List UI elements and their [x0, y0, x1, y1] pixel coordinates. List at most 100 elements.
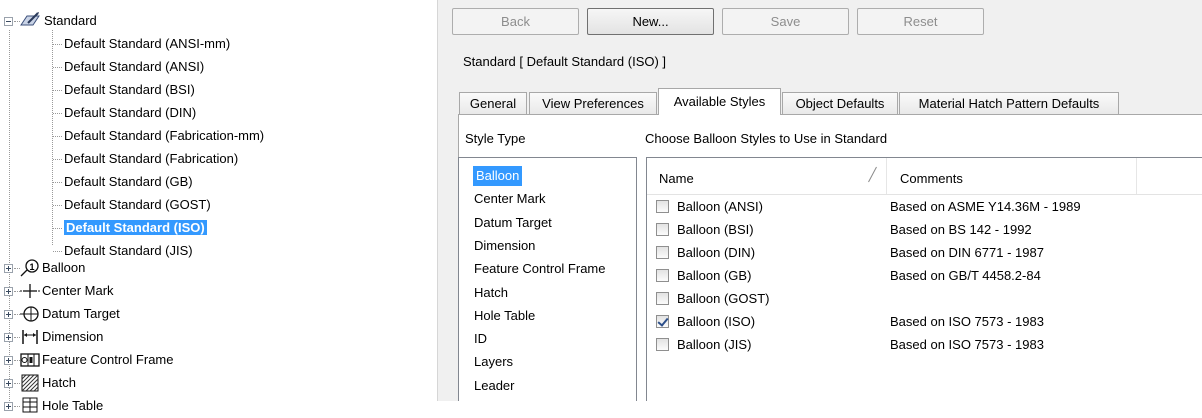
tree-item-category[interactable]: Feature Control Frame [42, 351, 174, 369]
expand-toggle[interactable] [4, 333, 13, 342]
table-row[interactable]: Balloon (ISO) Based on ISO 7573 - 1983 [647, 311, 1202, 334]
style-comment-cell: Based on BS 142 - 1992 [890, 222, 1032, 237]
choose-styles-label: Choose Balloon Styles to Use in Standard [645, 131, 888, 146]
column-header-name[interactable]: Name [659, 171, 694, 186]
datum-target-icon [20, 305, 40, 326]
style-checkbox[interactable] [656, 246, 669, 259]
style-type-item[interactable]: Layers [474, 352, 513, 372]
back-button[interactable]: Back [452, 8, 579, 35]
collapse-standard-toggle[interactable] [4, 17, 13, 26]
style-name-cell: Balloon (GOST) [677, 291, 770, 306]
feature-control-frame-icon [20, 351, 40, 372]
tree-item-standard[interactable]: Default Standard (ANSI-mm) [64, 35, 230, 53]
hatch-icon [20, 374, 40, 395]
style-comment-cell: Based on DIN 6771 - 1987 [890, 245, 1044, 260]
style-type-item[interactable]: Hatch [474, 283, 508, 303]
style-name-cell: Balloon (GB) [677, 268, 752, 283]
style-type-item[interactable]: Center Mark [474, 189, 546, 209]
style-tree: Standard Default Standard (ANSI-mm) Defau… [0, 0, 430, 413]
tree-item-standard[interactable]: Default Standard (Fabrication) [64, 150, 238, 168]
tab-object-defaults[interactable]: Object Defaults [782, 92, 898, 114]
tab-available-styles[interactable]: Available Styles [658, 88, 781, 115]
table-row[interactable]: Balloon (BSI) Based on BS 142 - 1992 [647, 219, 1202, 242]
style-type-item[interactable]: Datum Target [474, 213, 552, 233]
tree-item-category[interactable]: Datum Target [42, 305, 120, 323]
tree-item-category[interactable]: Hatch [42, 374, 76, 392]
tree-item-label: Default Standard (GB) [64, 174, 193, 189]
style-checkbox[interactable] [656, 292, 669, 305]
style-comment-cell: Based on GB/T 4458.2-84 [890, 268, 1041, 283]
style-name-cell: Balloon (JIS) [677, 337, 752, 352]
tree-item-standard[interactable]: Default Standard (ISO) [64, 219, 207, 237]
style-name-cell: Balloon (BSI) [677, 222, 754, 237]
tree-item-label: Default Standard (ISO) [64, 220, 207, 235]
tree-item-label: Center Mark [42, 283, 114, 298]
table-row[interactable]: Balloon (JIS) Based on ISO 7573 - 1983 [647, 334, 1202, 357]
grid-header: Name Comments [647, 158, 1202, 195]
tree-item-label: Feature Control Frame [42, 352, 174, 367]
style-type-item[interactable]: Feature Control Frame [474, 259, 606, 279]
tree-root-standard[interactable]: Standard [44, 12, 97, 30]
tree-item-label: Default Standard (Fabrication) [64, 151, 239, 166]
tree-item-standard[interactable]: Default Standard (Fabrication-mm) [64, 127, 264, 145]
style-checkbox[interactable] [656, 269, 669, 282]
tree-item-category[interactable]: Center Mark [42, 282, 114, 300]
style-type-item[interactable]: Hole Table [474, 306, 535, 326]
hole-table-icon [20, 397, 40, 418]
tree-item-label: Default Standard (GOST) [64, 197, 211, 212]
table-row[interactable]: Balloon (DIN) Based on DIN 6771 - 1987 [647, 242, 1202, 265]
tab-material-hatch-pattern-defaults[interactable]: Material Hatch Pattern Defaults [899, 92, 1119, 114]
style-checkbox[interactable] [656, 200, 669, 213]
tree-item-standard[interactable]: Default Standard (BSI) [64, 81, 195, 99]
expand-toggle[interactable] [4, 402, 13, 411]
tree-item-label: Hole Table [42, 398, 104, 413]
tree-item-category[interactable]: Hole Table [42, 397, 103, 415]
center-mark-icon [20, 282, 40, 303]
style-name-cell: Balloon (ISO) [677, 314, 756, 329]
tree-item-category[interactable]: Dimension [42, 328, 103, 346]
tree-item-category[interactable]: Balloon [42, 259, 85, 277]
sort-indicator-icon [868, 166, 877, 183]
style-checkbox[interactable] [656, 223, 669, 236]
tree-item-label: Default Standard (ANSI-mm) [64, 36, 231, 51]
style-type-item[interactable]: ID [474, 329, 487, 349]
tab-view-preferences[interactable]: View Preferences [529, 92, 657, 114]
style-type-item[interactable]: Dimension [474, 236, 535, 256]
style-checkbox[interactable] [656, 315, 669, 328]
expand-toggle[interactable] [4, 264, 13, 273]
tree-item-label: Hatch [42, 375, 76, 390]
table-row[interactable]: Balloon (ANSI) Based on ASME Y14.36M - 19… [647, 196, 1202, 219]
expand-toggle[interactable] [4, 379, 13, 388]
dimension-icon [20, 328, 40, 349]
tree-item-standard[interactable]: Default Standard (GB) [64, 173, 193, 191]
tab-general[interactable]: General [459, 92, 527, 114]
tree-item-standard[interactable]: Default Standard (ANSI) [64, 58, 204, 76]
tree-item-label: Datum Target [42, 306, 120, 321]
new-button[interactable]: New... [587, 8, 714, 35]
tree-item-label: Default Standard (ANSI) [64, 59, 205, 74]
standard-editor-panel: Back New... Save Reset Standard [ Defaul… [441, 0, 1202, 401]
tree-item-label: Default Standard (JIS) [64, 243, 193, 258]
table-row[interactable]: Balloon (GOST) [647, 288, 1202, 311]
tree-item-standard[interactable]: Default Standard (GOST) [64, 196, 211, 214]
save-button[interactable]: Save [722, 8, 849, 35]
style-name-cell: Balloon (DIN) [677, 245, 756, 260]
styles-grid[interactable]: Name Comments Balloon (ANSI) Based on ASM… [646, 157, 1202, 401]
style-type-item[interactable]: Leader [474, 376, 514, 396]
table-row[interactable]: Balloon (GB) Based on GB/T 4458.2-84 [647, 265, 1202, 288]
tree-item-standard[interactable]: Default Standard (DIN) [64, 104, 196, 122]
tree-item-label: Default Standard (Fabrication-mm) [64, 128, 265, 143]
style-type-item[interactable]: Balloon [473, 166, 523, 186]
tree-item-standard[interactable]: Default Standard (JIS) [64, 242, 193, 260]
tree-item-label: Balloon [42, 260, 86, 275]
expand-toggle[interactable] [4, 310, 13, 319]
reset-button[interactable]: Reset [857, 8, 984, 35]
style-type-list[interactable]: Balloon Center Mark Datum Target Dimension F… [458, 157, 637, 401]
expand-toggle[interactable] [4, 287, 13, 296]
expand-toggle[interactable] [4, 356, 13, 365]
style-checkbox[interactable] [656, 338, 669, 351]
style-name-cell: Balloon (ANSI) [677, 199, 763, 214]
column-header-comments[interactable]: Comments [900, 171, 963, 186]
balloon-icon: 1 [20, 259, 40, 280]
tree-item-label: Dimension [42, 329, 104, 344]
